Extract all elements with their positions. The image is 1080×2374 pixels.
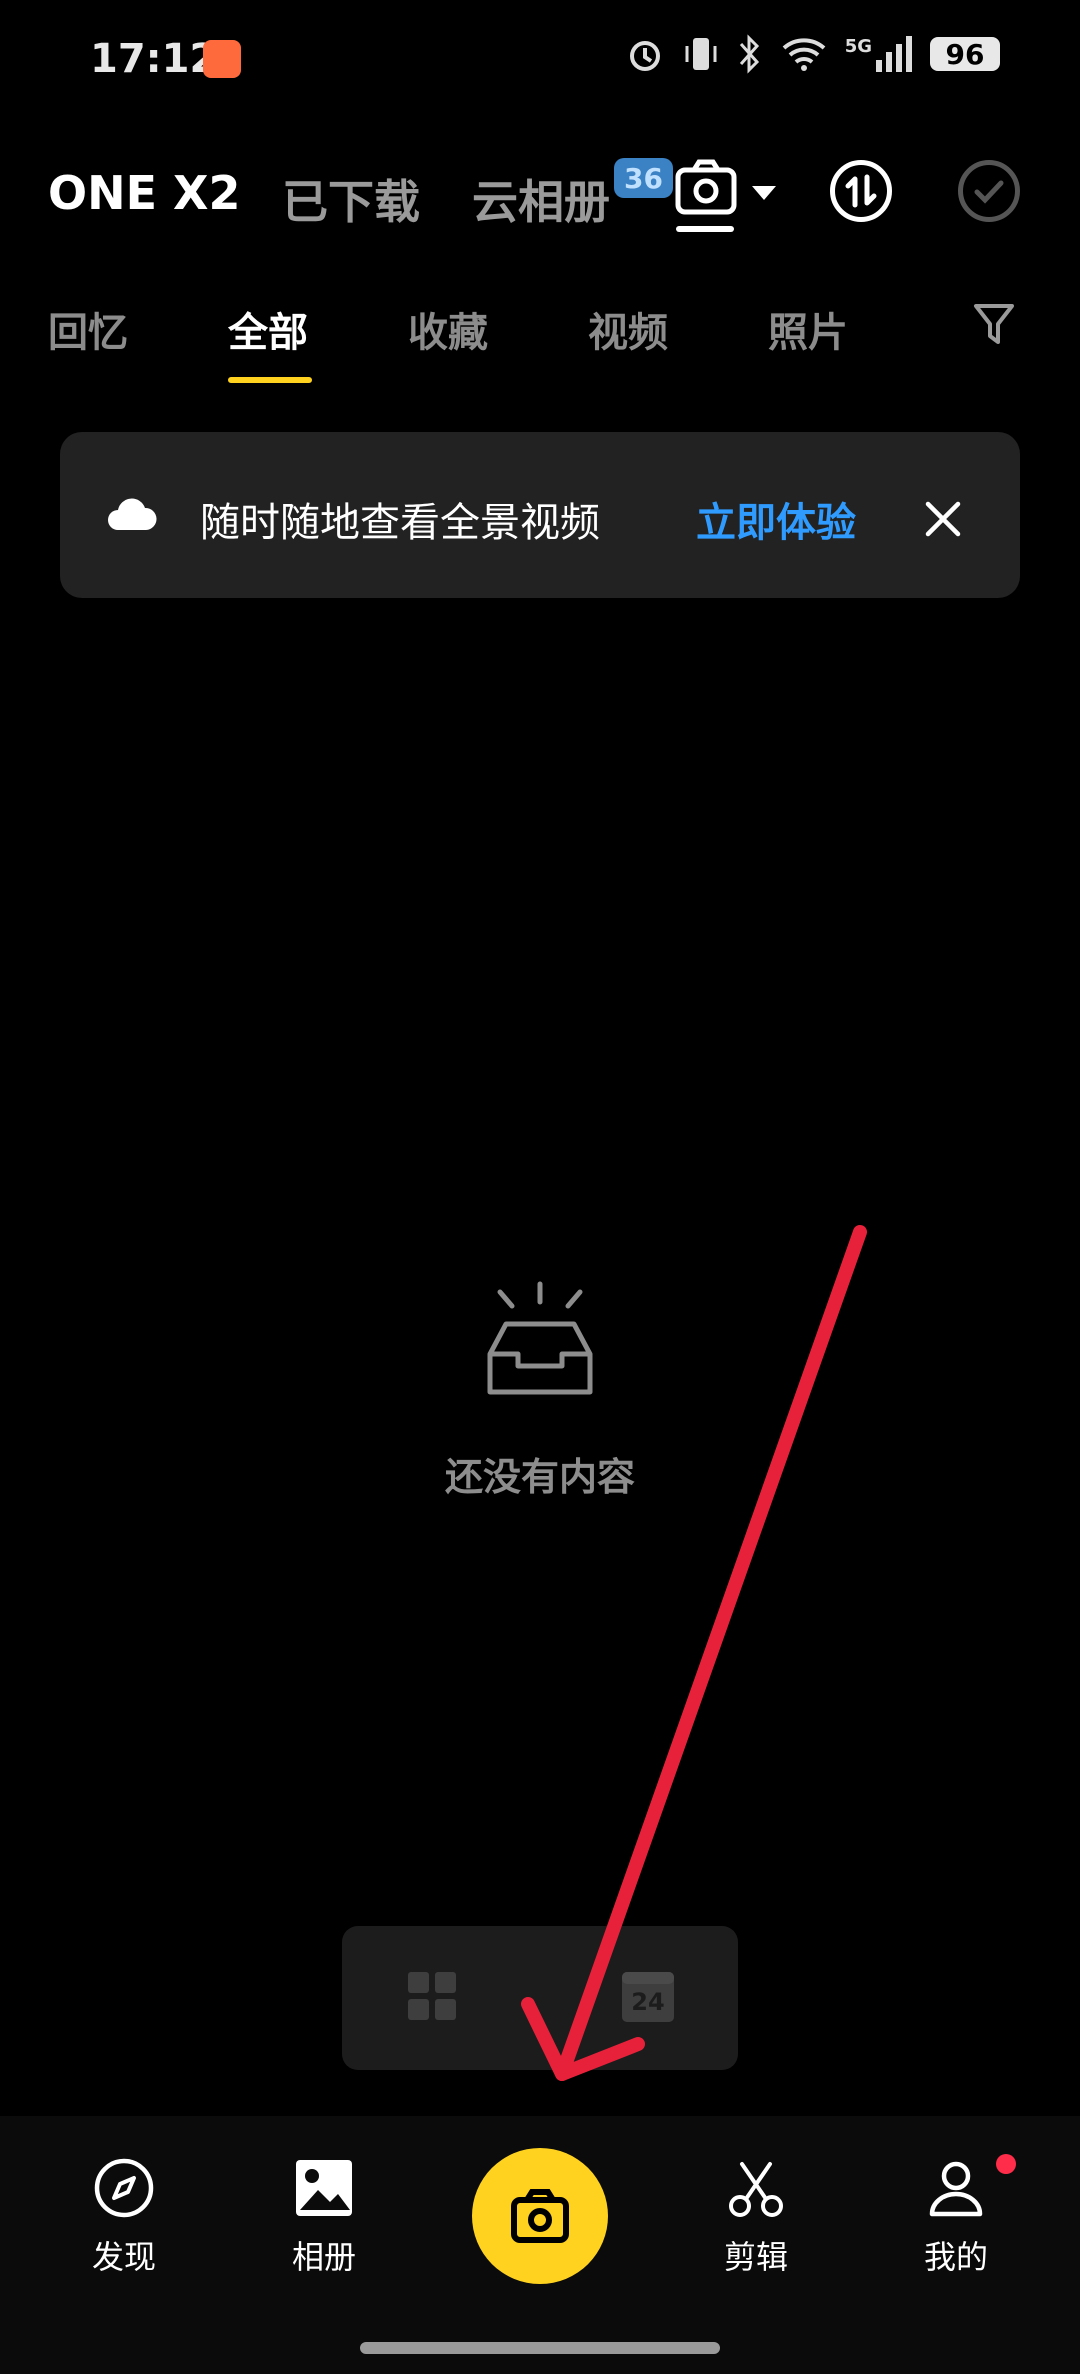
close-icon[interactable] (918, 494, 968, 544)
banner-text: 随时随地查看全景视频 (200, 500, 600, 546)
nav-discover[interactable]: 发现 (54, 2156, 194, 2278)
app-notification-icon (203, 40, 241, 78)
tab-downloaded[interactable]: 已下载 (282, 166, 420, 232)
cloud-badge: 36 (614, 158, 673, 198)
status-icons: 5G 96 (625, 34, 1000, 74)
signal-5g-icon: 5G (845, 36, 912, 72)
calendar-view-icon[interactable]: 24 (620, 1968, 676, 2024)
tab-one-x2[interactable]: ONE X2 (48, 166, 241, 220)
calendar-day-label: 24 (631, 1988, 665, 2016)
chevron-down-icon[interactable] (752, 186, 776, 200)
compass-icon (94, 2158, 154, 2218)
nav-label: 发现 (91, 2238, 156, 2276)
vibrate-icon (685, 38, 717, 70)
nav-edit[interactable]: 剪辑 (686, 2156, 826, 2278)
subtab-active-indicator (228, 377, 312, 383)
alarm-icon (629, 41, 660, 71)
status-time: 17:12 (90, 36, 218, 82)
view-toggle (342, 1926, 738, 2070)
grid-view-icon[interactable] (406, 1970, 458, 2022)
user-icon (929, 2161, 983, 2217)
subtab-favorites[interactable]: 收藏 (408, 300, 488, 358)
banner-try-now-link[interactable]: 立即体验 (696, 490, 856, 548)
nav-label: 剪辑 (723, 2238, 788, 2276)
camera-select-underline (676, 226, 734, 232)
nav-label: 我的 (923, 2238, 988, 2276)
shoot-button[interactable] (472, 2148, 608, 2284)
cloud-icon (108, 498, 157, 530)
bluetooth-icon (739, 34, 759, 74)
nav-me[interactable]: 我的 (886, 2156, 1026, 2278)
notification-dot (996, 2154, 1016, 2174)
subtab-videos[interactable]: 视频 (588, 300, 668, 358)
network-label: 5G (844, 36, 872, 57)
empty-inbox-icon (487, 1281, 593, 1395)
subtab-all[interactable]: 全部 (228, 300, 308, 358)
tab-cloud-album[interactable]: 云相册 (472, 166, 610, 232)
wifi-icon (782, 38, 826, 71)
transfer-icon[interactable] (830, 160, 892, 222)
nav-label: 相册 (291, 2238, 356, 2276)
image-icon (296, 2160, 352, 2216)
battery-indicator: 96 (930, 37, 1000, 71)
select-check-icon[interactable] (958, 160, 1020, 222)
subtab-photos[interactable]: 照片 (768, 300, 848, 358)
nav-album[interactable]: 相册 (254, 2156, 394, 2278)
subtab-memories[interactable]: 回忆 (48, 300, 128, 358)
empty-state-text: 还没有内容 (444, 1455, 635, 1499)
filter-icon[interactable] (972, 300, 1016, 348)
camera-icon (511, 2189, 569, 2243)
home-indicator[interactable] (360, 2342, 720, 2354)
camera-select-icon[interactable] (672, 150, 748, 234)
scissors-icon (729, 2162, 783, 2217)
